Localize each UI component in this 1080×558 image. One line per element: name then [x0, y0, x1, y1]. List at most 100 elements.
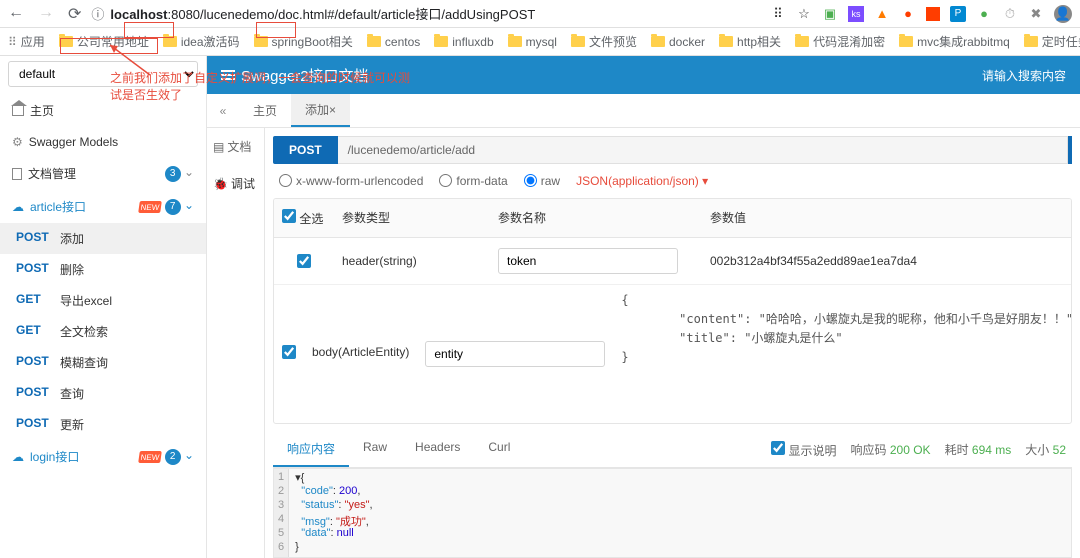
param-type: body(ArticleEntity) — [304, 285, 417, 369]
sidebar-item-models[interactable]: ⚙Swagger Models — [0, 127, 206, 157]
main-area: 主页 ⚙Swagger Models 文档管理 3 ⌄ ☁article接口 N… — [0, 94, 1080, 558]
bookmark-folder[interactable]: influxdb — [434, 35, 493, 49]
browser-toolbar: ← → ⟳ ⓘ localhost:8080/lucenedemo/doc.ht… — [0, 0, 1080, 28]
ext-icon[interactable]: ▣ — [822, 6, 838, 22]
sidebar-item-login[interactable]: ☁login接口 NEW2 ⌄ — [0, 440, 206, 473]
bookmark-folder[interactable]: mysql — [508, 35, 557, 49]
ext-icon[interactable]: ● — [976, 6, 992, 22]
bookmark-folder[interactable]: http相关 — [719, 33, 781, 50]
sidebar-op[interactable]: GET全文检索 — [0, 316, 206, 347]
ext-icon[interactable]: ⏱ — [1002, 6, 1018, 22]
col-name: 参数名称 — [490, 199, 702, 237]
select-all[interactable]: 全选 — [282, 212, 323, 226]
response-code: 123456 ▾{ "code": 200, "status": "yes", … — [273, 468, 1072, 558]
response-time: 694 ms — [972, 443, 1011, 457]
ext-icon[interactable] — [926, 7, 940, 21]
folder-icon — [651, 36, 665, 47]
sidebar-op[interactable]: POST删除 — [0, 254, 206, 285]
status-code: 200 OK — [890, 443, 931, 457]
bookmark-star-icon[interactable]: ☆ — [796, 6, 812, 22]
folder-icon — [367, 36, 381, 47]
send-button[interactable] — [1068, 136, 1072, 164]
param-name-input[interactable] — [425, 341, 605, 367]
radio-urlencoded[interactable]: x-www-form-urlencoded — [279, 174, 423, 188]
col-type: 参数类型 — [334, 199, 490, 237]
bookmark-folder[interactable]: idea激活码 — [163, 33, 240, 50]
count-badge: 3 — [165, 166, 181, 182]
count-badge: 2 — [165, 449, 181, 465]
col-value: 参数值 — [702, 199, 1071, 237]
folder-icon — [899, 36, 913, 47]
search-hint[interactable]: 请输入搜索内容 — [982, 67, 1066, 84]
sidebar-op[interactable]: POST模糊查询 — [0, 347, 206, 378]
show-desc-toggle[interactable]: 显示说明 — [771, 441, 836, 459]
ext-icon[interactable]: ks — [848, 6, 864, 22]
response-tabs: 响应内容 Raw Headers Curl 显示说明 响应码 200 OK 耗时… — [273, 432, 1072, 468]
bookmark-folder[interactable]: 文件预览 — [571, 33, 637, 50]
new-badge-icon: NEW — [138, 201, 162, 213]
fold-icon[interactable]: ▾ — [295, 472, 301, 484]
sidebar-item-article[interactable]: ☁article接口 NEW7 ⌄ — [0, 190, 206, 223]
translate-icon[interactable]: ⠿ — [770, 6, 786, 22]
ext-icon[interactable]: ▲ — [874, 6, 890, 22]
folder-icon — [795, 36, 809, 47]
folder-icon — [254, 36, 268, 47]
count-badge: 7 — [165, 199, 181, 215]
collapse-sidebar-icon[interactable]: « — [207, 104, 239, 118]
request-bar: POST /lucenedemo/article/add — [273, 136, 1072, 164]
radio-raw[interactable]: raw — [524, 174, 560, 188]
body-json-editor[interactable]: { "content": "哈哈哈，小螺旋丸是我的昵称，他和小千鸟是好朋友！！"… — [613, 285, 1072, 424]
bookmark-folder[interactable]: mvc集成rabbitmq — [899, 33, 1010, 50]
sidebar-op[interactable]: POST查询 — [0, 378, 206, 409]
ext-icon[interactable]: P — [950, 6, 966, 22]
response-size: 52 — [1053, 443, 1066, 457]
sidebar-op[interactable]: POST更新 — [0, 409, 206, 440]
bug-icon: 🐞 — [213, 177, 228, 191]
folder-icon — [571, 36, 585, 47]
chevron-down-icon: ⌄ — [184, 165, 194, 179]
profile-icon[interactable]: 👤 — [1054, 5, 1072, 23]
sidebar-op[interactable]: POST添加 — [0, 223, 206, 254]
param-value: 002b312a4bf34f55a2edd89ae1ea7da4 — [710, 254, 917, 268]
bookmark-folder[interactable]: docker — [651, 35, 705, 49]
bookmark-folder[interactable]: 定时任务 — [1024, 33, 1080, 50]
bookmark-folder[interactable]: 代码混淆加密 — [795, 33, 885, 50]
tab-curl[interactable]: Curl — [474, 432, 524, 467]
content-type-row: x-www-form-urlencoded form-data raw JSON… — [265, 164, 1080, 198]
param-name-input[interactable] — [498, 248, 678, 274]
nav-controls: ← → ⟳ — [8, 4, 81, 24]
caret-down-icon: ▾ — [702, 174, 708, 188]
cloud-icon: ☁ — [12, 450, 24, 464]
bookmark-folder[interactable]: 公司常用地址 — [59, 33, 149, 50]
reload-icon[interactable]: ⟳ — [68, 4, 81, 24]
bookmark-folder[interactable]: centos — [367, 35, 420, 49]
param-row-header: header(string) 002b312a4bf34f55a2edd89ae… — [274, 238, 1071, 285]
ext-icon[interactable]: ✖ — [1028, 6, 1044, 22]
ext-icon[interactable]: ● — [900, 6, 916, 22]
apps-shortcut[interactable]: ⠿应用 — [8, 33, 45, 50]
chevron-down-icon: ⌄ — [184, 198, 194, 212]
tab-doc[interactable]: ▤文档 — [207, 128, 264, 165]
folder-icon — [1024, 36, 1038, 47]
radio-formdata[interactable]: form-data — [439, 174, 507, 188]
cloud-icon: ☁ — [12, 200, 24, 214]
row-checkbox[interactable] — [282, 345, 296, 359]
tab-debug[interactable]: 🐞调试 — [207, 165, 264, 202]
code-content[interactable]: ▾{ "code": 200, "status": "yes", "msg": … — [289, 469, 378, 557]
content-type-select[interactable]: JSON(application/json) ▾ — [576, 174, 708, 188]
sidebar-op[interactable]: GET导出excel — [0, 285, 206, 316]
doc-icon — [12, 168, 22, 180]
forward-icon[interactable]: → — [38, 4, 54, 24]
address-bar[interactable]: ⓘ localhost:8080/lucenedemo/doc.html#/de… — [91, 4, 760, 23]
tab-raw[interactable]: Raw — [349, 432, 401, 467]
file-icon: ▤ — [213, 140, 224, 154]
home-icon — [12, 106, 24, 116]
tab-headers[interactable]: Headers — [401, 432, 474, 467]
sidebar-item-docmgr[interactable]: 文档管理 3 ⌄ — [0, 157, 206, 190]
row-checkbox[interactable] — [297, 254, 311, 268]
folder-icon — [508, 36, 522, 47]
tab-response-body[interactable]: 响应内容 — [273, 432, 349, 467]
info-icon[interactable]: ⓘ — [91, 4, 104, 23]
bookmark-folder[interactable]: springBoot相关 — [254, 33, 353, 50]
back-icon[interactable]: ← — [8, 4, 24, 24]
